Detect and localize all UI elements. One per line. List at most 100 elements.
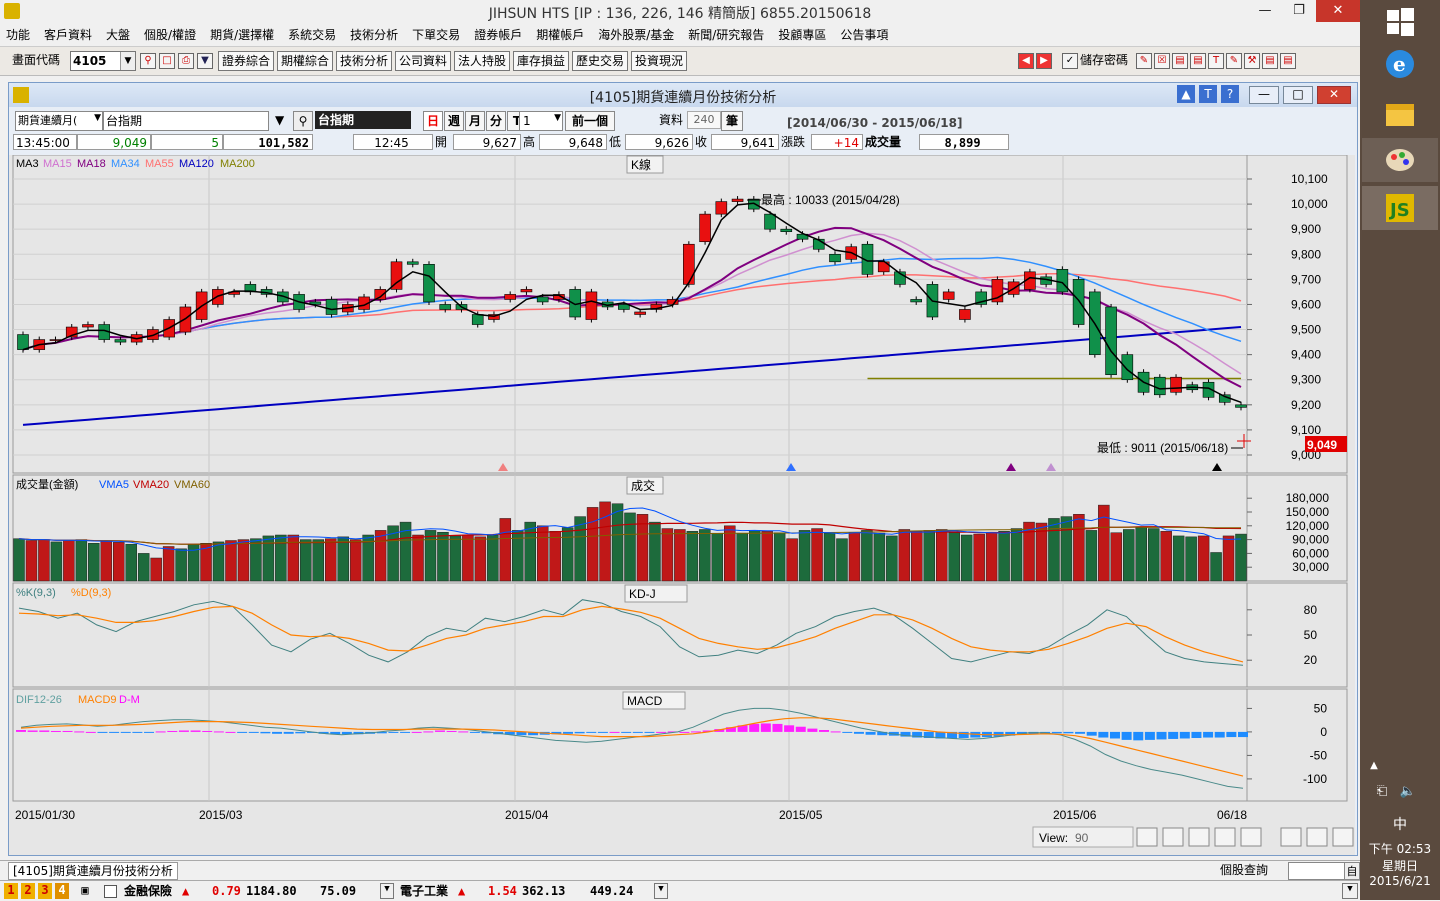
toolbar-button-3[interactable]: 公司資料	[395, 51, 452, 71]
data-count-input[interactable]: 240	[687, 111, 721, 129]
period-select[interactable]: 期貨連續月( ▼	[15, 111, 103, 131]
zoom-fit-icon[interactable]	[1188, 827, 1210, 847]
interval-select[interactable]: 1 ▼	[519, 111, 563, 131]
period-button-0[interactable]: 日	[423, 111, 443, 131]
menu-item-2[interactable]: 大盤	[100, 24, 138, 43]
toolbar-button-1[interactable]: 期權綜合	[277, 51, 334, 71]
doc2-icon[interactable]: ▤	[1190, 53, 1206, 69]
pen-icon[interactable]	[1332, 827, 1354, 847]
arrow-right-icon[interactable]: ▶	[1036, 53, 1052, 69]
chevron-down-icon[interactable]: ▼	[654, 883, 668, 899]
image-icon[interactable]: ▼	[197, 53, 213, 69]
chevron-down-icon[interactable]: ▼	[120, 52, 135, 70]
toolbar-button-7[interactable]: 投資現況	[631, 51, 688, 71]
search-icon[interactable]: ⚲	[293, 111, 313, 131]
volume-bar	[624, 512, 636, 582]
refresh-icon[interactable]	[1214, 827, 1236, 847]
print-icon[interactable]: ⎙	[178, 53, 194, 69]
save-password-checkbox[interactable]: ✓	[1062, 53, 1078, 69]
layout-icon[interactable]	[1240, 827, 1262, 847]
symbol-dropdown-icon[interactable]: ▼	[275, 113, 284, 127]
windows-start-icon[interactable]	[1362, 0, 1438, 44]
menu-item-1[interactable]: 客戶資料	[38, 24, 100, 43]
toolbar-button-2[interactable]: 技術分析	[336, 51, 393, 71]
text-t-icon[interactable]: T	[1199, 85, 1217, 103]
period-button-1[interactable]: 週	[444, 111, 464, 131]
period-button-2[interactable]: 月	[465, 111, 485, 131]
menu-item-11[interactable]: 新聞/研究報告	[682, 24, 772, 43]
prev-button[interactable]: 前一個	[565, 111, 615, 131]
zoom-icon[interactable]	[1136, 827, 1158, 847]
menu-item-10[interactable]: 海外股票/基金	[592, 24, 682, 43]
layout-1-button[interactable]: 1	[4, 883, 18, 899]
toolbar-button-5[interactable]: 庫存損益	[513, 51, 570, 71]
code-input[interactable]: 4105 ▼	[70, 51, 136, 71]
layout-3-button[interactable]: 3	[38, 883, 52, 899]
menu-item-3[interactable]: 個股/權證	[138, 24, 204, 43]
stock-query-input[interactable]	[1288, 862, 1346, 880]
ticker-checkbox[interactable]	[104, 885, 117, 898]
text-icon[interactable]: T	[1208, 53, 1224, 69]
add-icon[interactable]	[1280, 827, 1302, 847]
pen-icon[interactable]: ✎	[1226, 53, 1242, 69]
doc-icon[interactable]: ▤	[1172, 53, 1188, 69]
chevron-down-icon[interactable]: ▼	[380, 883, 394, 899]
chevron-down-icon[interactable]: ▼	[554, 113, 561, 123]
menu-item-5[interactable]: 系統交易	[282, 24, 344, 43]
menu-item-6[interactable]: 技術分析	[344, 24, 406, 43]
layout-4-button[interactable]: 4	[55, 883, 69, 899]
menu-item-7[interactable]: 下單交易	[406, 24, 468, 43]
scroll-down-icon[interactable]: ▼	[1342, 883, 1358, 899]
sheet-icon[interactable]	[1306, 827, 1328, 847]
paint-icon[interactable]	[1362, 138, 1438, 182]
volume-bar	[561, 527, 574, 582]
window-tab[interactable]: [4105]期貨連續月份技術分析	[8, 862, 178, 880]
macd-histogram-bar	[144, 731, 155, 733]
sheet-icon[interactable]: ▤	[1280, 53, 1296, 69]
menu-item-12[interactable]: 投顧專區	[772, 24, 834, 43]
technical-chart[interactable]: 10,100 10,000 9,900 9,800 9,700 9,600 9,500 9,4…	[9, 155, 1355, 855]
toolbar-button-6[interactable]: 歷史交易	[572, 51, 629, 71]
edit-icon[interactable]: ✎	[1136, 53, 1152, 69]
chevron-down-icon[interactable]: ▼	[94, 113, 101, 123]
macd-legend: MACD9	[78, 694, 117, 706]
toolbar-button-4[interactable]: 法人持股	[454, 51, 511, 71]
stock-query-button[interactable]: 自	[1344, 862, 1360, 880]
wrench-icon[interactable]: ⚒	[1244, 53, 1260, 69]
tray-chevron-icon[interactable]: ▲	[1334, 760, 1414, 771]
tool-icon[interactable]: ☒	[1154, 53, 1170, 69]
menu-item-8[interactable]: 證券帳戶	[468, 24, 530, 43]
child-minimize-icon[interactable]: —	[1249, 86, 1279, 104]
menu-item-9[interactable]: 期權帳戶	[530, 24, 592, 43]
jihsun-app-icon[interactable]: JS	[1362, 186, 1438, 230]
macd-histogram-bar	[1156, 731, 1167, 740]
clock-time[interactable]: 下午 02:53	[1360, 840, 1440, 857]
data-unit-button[interactable]: 筆	[721, 111, 743, 131]
menu-item-4[interactable]: 期貨/選擇權	[204, 24, 282, 43]
arrow-left-icon[interactable]: ◀	[1018, 53, 1034, 69]
layout-2-button[interactable]: 2	[21, 883, 35, 899]
search-icon[interactable]: ⚲	[140, 53, 156, 69]
window-icon[interactable]: □	[159, 53, 175, 69]
child-restore-icon[interactable]: □	[1283, 86, 1313, 104]
close-icon[interactable]: ✕	[1316, 0, 1360, 22]
child-close-icon[interactable]: ✕	[1317, 86, 1351, 104]
volume-icon[interactable]: 🔈	[1368, 784, 1440, 799]
help-icon[interactable]: ?	[1221, 85, 1239, 103]
lock-icon[interactable]: ▣	[78, 883, 92, 899]
period-button-3[interactable]: 分	[486, 111, 506, 131]
internet-explorer-icon[interactable]: e	[1362, 42, 1438, 86]
toolbar-button-0[interactable]: 證券綜合	[218, 51, 275, 71]
symbol-input[interactable]: 台指期	[103, 111, 269, 131]
arrow-up-icon[interactable]: ▲	[1177, 85, 1195, 103]
candle	[1105, 306, 1117, 376]
restore-icon[interactable]: ❐	[1282, 0, 1316, 22]
volume-bar	[113, 542, 125, 582]
minimize-icon[interactable]: —	[1248, 0, 1282, 22]
notes-icon[interactable]: ▤	[1262, 53, 1278, 69]
menu-item-13[interactable]: 公告事項	[834, 24, 896, 43]
menu-item-0[interactable]: 功能	[0, 24, 38, 43]
hand-icon[interactable]	[1162, 827, 1184, 847]
ime-indicator[interactable]: 中	[1360, 814, 1440, 834]
file-explorer-icon[interactable]	[1362, 92, 1438, 136]
